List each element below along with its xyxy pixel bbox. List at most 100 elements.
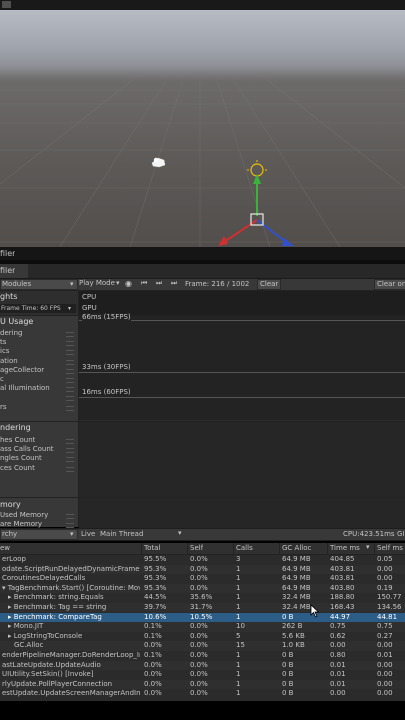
live-toggle[interactable]: Live (81, 530, 95, 538)
cell-self-ms: 0.00 (377, 574, 393, 583)
table-row[interactable]: erLoop 95.5% 0.0% 3 64.9 MB 404.85 0.05 (0, 555, 405, 564)
cell-calls: 1 (236, 670, 241, 679)
table-row[interactable]: odate.ScriptRunDelayedDynamicFrameRate 95… (0, 564, 405, 574)
z-axis-handle[interactable] (256, 219, 287, 243)
drag-handle-icon[interactable] (66, 350, 74, 356)
module-list: ghts Frame Time: 60 FPS ▾ U Usage dering… (0, 291, 79, 529)
memory-chart[interactable] (79, 497, 405, 528)
table-row[interactable]: estUpdate.UpdateScreenManagerAndInput 0.0… (0, 689, 405, 698)
cpu-category-4[interactable]: ageCollector (0, 366, 44, 374)
chevron-down-icon: ▾ (70, 530, 74, 538)
rendering-title: ndering (0, 423, 31, 432)
memory-stat-1[interactable]: are Memory (0, 520, 42, 528)
table-row[interactable]: ▸ Benchmark: CompareTag 10.6% 10.5% 1 0 B 44.… (0, 612, 405, 622)
prev-frame-icon[interactable]: ⏮ (141, 279, 147, 288)
table-row[interactable]: GC.Alloc 0.0% 0.0% 15 1.0 KB 0.00 0.00 (0, 641, 405, 651)
clear-on-play-button[interactable]: Clear on (374, 279, 405, 290)
bottom-letterbox (0, 701, 405, 720)
cpu-category-8[interactable]: rs (0, 403, 7, 411)
table-row[interactable]: rlyUpdate.PollPlayerConnection 0.0% 0.0% 1 0… (0, 679, 405, 690)
memory-stat-0[interactable]: Used Memory (0, 511, 48, 519)
play-mode-dropdown[interactable]: Play Mode ▾ (78, 279, 122, 288)
drag-handle-icon[interactable] (66, 439, 74, 444)
cell-time: 0.00 (330, 689, 346, 698)
table-row[interactable]: astLateUpdate.UpdateAudio 0.0% 0.0% 1 0 B 0.0… (0, 660, 405, 670)
col-header-calls[interactable]: Calls (236, 544, 253, 552)
drag-handle-icon[interactable] (66, 396, 74, 402)
frame-time-dropdown[interactable]: Frame Time: 60 FPS ▾ (0, 304, 76, 313)
cpu-category-0[interactable]: dering (0, 329, 22, 337)
hierarchy-table[interactable]: erLoop 95.5% 0.0% 3 64.9 MB 404.85 0.05 odate.S… (0, 555, 405, 701)
table-row[interactable]: ▸ LogStringToConsole 0.1% 0.0% 5 5.6 KB 0.62 0… (0, 632, 405, 641)
thread-dropdown[interactable]: Main Thread ▾ (98, 529, 186, 538)
table-row[interactable]: ▸ Mono.JIT 0.1% 0.0% 10 262 B 0.75 0.75 (0, 622, 405, 632)
rendering-module[interactable]: ndering hes Count ass Calls Count ngles Co… (0, 421, 78, 498)
cell-name: astLateUpdate.UpdateAudio (2, 660, 101, 669)
col-header-self-ms[interactable]: Self ms (377, 544, 403, 552)
cell-self: 0.0% (190, 574, 208, 583)
transform-gizmo[interactable] (212, 158, 302, 247)
cell-gc: 5.6 KB (282, 631, 305, 640)
memory-module[interactable]: mory Used Memory are Memory (0, 497, 78, 529)
rendering-stat-2[interactable]: ngles Count (0, 454, 42, 462)
col-header-time-ms[interactable]: Time ms (330, 544, 360, 552)
record-icon[interactable]: ◉ (125, 279, 132, 288)
table-row[interactable]: enderPipelineManager.DoRenderLoop_Inter 0… (0, 651, 405, 660)
next-frame-icon[interactable]: ⏭ (156, 279, 162, 288)
col-header-gc-alloc[interactable]: GC Alloc (282, 544, 311, 552)
col-header-name[interactable]: ew (0, 544, 10, 552)
cell-self: 10.5% (190, 612, 213, 621)
table-row[interactable]: CoroutinesDelayedCalls 95.3% 0.0% 1 64.9 MB 4… (0, 574, 405, 583)
cell-self: 0.0% (190, 689, 208, 698)
rendering-stat-3[interactable]: ces Count (0, 464, 35, 472)
cpu-usage-chart[interactable]: 66ms (15FPS) 33ms (30FPS) 16ms (60FPS) (79, 313, 405, 420)
last-frame-icon[interactable]: ⏭ (171, 279, 177, 288)
cpu-usage-module[interactable]: U Usage dering ts ics ation ageCollector c al … (0, 316, 78, 420)
table-row[interactable]: ▸ Benchmark: Tag == string 39.7% 31.7% 1 32.… (0, 603, 405, 613)
cell-gc: 64.9 MB (282, 564, 311, 573)
col-header-self[interactable]: Self (190, 544, 203, 552)
col-header-total[interactable]: Total (144, 544, 160, 552)
cpu-lane-label: CPU (82, 293, 97, 301)
cell-name: ▸ Benchmark: CompareTag (8, 612, 102, 621)
cpu-category-6[interactable]: al Illumination (0, 384, 50, 392)
cpu-category-2[interactable]: ics (0, 347, 9, 355)
drag-handle-icon[interactable] (66, 405, 74, 411)
rendering-stat-1[interactable]: ass Calls Count (0, 445, 54, 453)
modules-dropdown[interactable]: Modules ▾ (0, 279, 78, 290)
view-mode-dropdown[interactable]: rchy ▾ (0, 529, 78, 540)
table-row[interactable]: ▾ TagBenchmark.Start() [Coroutine: Move 9… (0, 583, 405, 594)
rendering-stat-0[interactable]: hes Count (0, 436, 35, 444)
tool-icon[interactable] (2, 1, 11, 8)
scene-view[interactable] (0, 10, 405, 247)
cell-self-ms: 44.81 (377, 612, 398, 621)
x-axis-handle[interactable] (223, 219, 258, 243)
cell-self-ms: 0.00 (377, 564, 393, 573)
rendering-chart[interactable] (79, 421, 405, 498)
profiler-chart-area[interactable]: CPU GPU 66ms (15FPS) 33ms (30FPS) 16ms (… (79, 291, 405, 528)
cpu-category-1[interactable]: ts (0, 338, 6, 346)
table-row[interactable]: UIUtility.SetSkin() [Invoke] 0.0% 0.0% 1 0 B… (0, 670, 405, 679)
drag-handle-icon[interactable] (66, 514, 74, 519)
drag-handle-icon[interactable] (66, 368, 74, 374)
drag-handle-icon[interactable] (66, 466, 74, 472)
cell-time: 188.80 (330, 593, 355, 602)
drag-handle-icon[interactable] (66, 448, 74, 454)
drag-handle-icon[interactable] (66, 457, 74, 463)
drag-handle-icon[interactable] (66, 341, 74, 347)
profiler-tab-strip-label[interactable]: filer (0, 249, 15, 258)
drag-handle-icon[interactable] (66, 332, 74, 337)
drag-handle-icon[interactable] (66, 378, 74, 383)
game-object-icon[interactable] (150, 155, 168, 169)
cpu-category-5[interactable]: c (0, 375, 4, 383)
tab-profiler[interactable]: filer (0, 264, 28, 278)
clear-button[interactable]: Clear (257, 279, 281, 290)
highlights-module[interactable]: ghts Frame Time: 60 FPS ▾ (0, 291, 78, 316)
cell-calls: 3 (236, 555, 241, 563)
cell-self: 35.6% (190, 593, 213, 602)
cpu-category-3[interactable]: ation (0, 357, 18, 365)
table-row[interactable]: ▸ Benchmark: string.Equals 44.5% 35.6% 1 32.… (0, 593, 405, 602)
drag-handle-icon[interactable] (66, 387, 74, 393)
cell-calls: 1 (236, 593, 241, 602)
drag-handle-icon[interactable] (66, 359, 74, 365)
